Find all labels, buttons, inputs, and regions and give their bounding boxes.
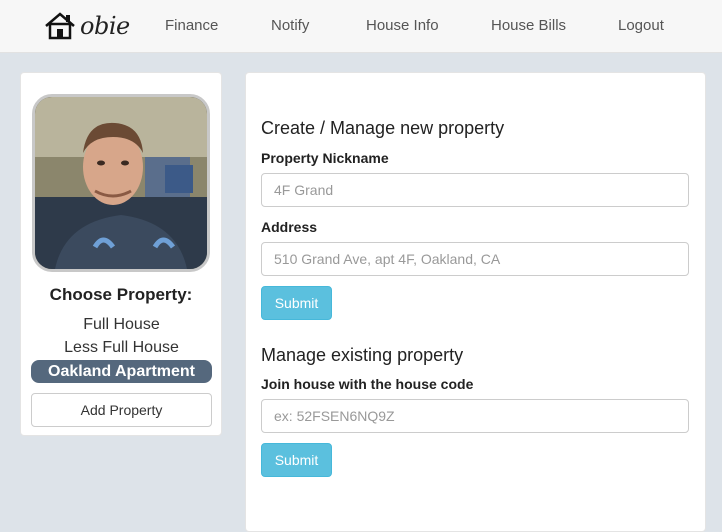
property-item-full-house[interactable]: Full House <box>31 313 212 336</box>
property-item-oakland-apartment[interactable]: Oakland Apartment <box>31 360 212 383</box>
create-property-heading: Create / Manage new property <box>261 118 505 138</box>
property-list: Full House Less Full House Oakland Apart… <box>31 313 212 383</box>
brand-name: obie <box>80 12 130 40</box>
top-navbar: obie Finance Notify House Info House Bil… <box>0 0 722 53</box>
nickname-label: Property Nickname <box>261 150 389 166</box>
create-submit-button[interactable]: Submit <box>261 286 332 320</box>
address-label: Address <box>261 219 318 235</box>
nav-finance[interactable]: Finance <box>165 17 218 34</box>
address-input[interactable] <box>261 242 689 276</box>
profile-photo <box>35 97 207 269</box>
nav-house-info[interactable]: House Info <box>366 17 439 34</box>
add-property-button[interactable]: Add Property <box>31 393 212 427</box>
existing-property-heading: Manage existing property <box>261 345 464 365</box>
house-icon <box>45 12 75 40</box>
house-code-label: Join house with the house code <box>261 376 474 392</box>
nav-house-bills[interactable]: House Bills <box>491 17 566 34</box>
property-sidebar: Choose Property: Full House Less Full Ho… <box>20 72 222 436</box>
nav-logout[interactable]: Logout <box>618 17 664 34</box>
property-form-panel: Create / Manage new property Property Ni… <box>245 72 706 532</box>
avatar <box>32 94 210 272</box>
brand-logo[interactable]: obie <box>44 10 130 42</box>
house-code-input[interactable] <box>261 399 689 433</box>
nav-notify[interactable]: Notify <box>271 17 309 34</box>
choose-property-title: Choose Property: <box>49 285 193 304</box>
join-submit-button[interactable]: Submit <box>261 443 332 477</box>
property-item-less-full-house[interactable]: Less Full House <box>31 336 212 359</box>
nickname-input[interactable] <box>261 173 689 207</box>
